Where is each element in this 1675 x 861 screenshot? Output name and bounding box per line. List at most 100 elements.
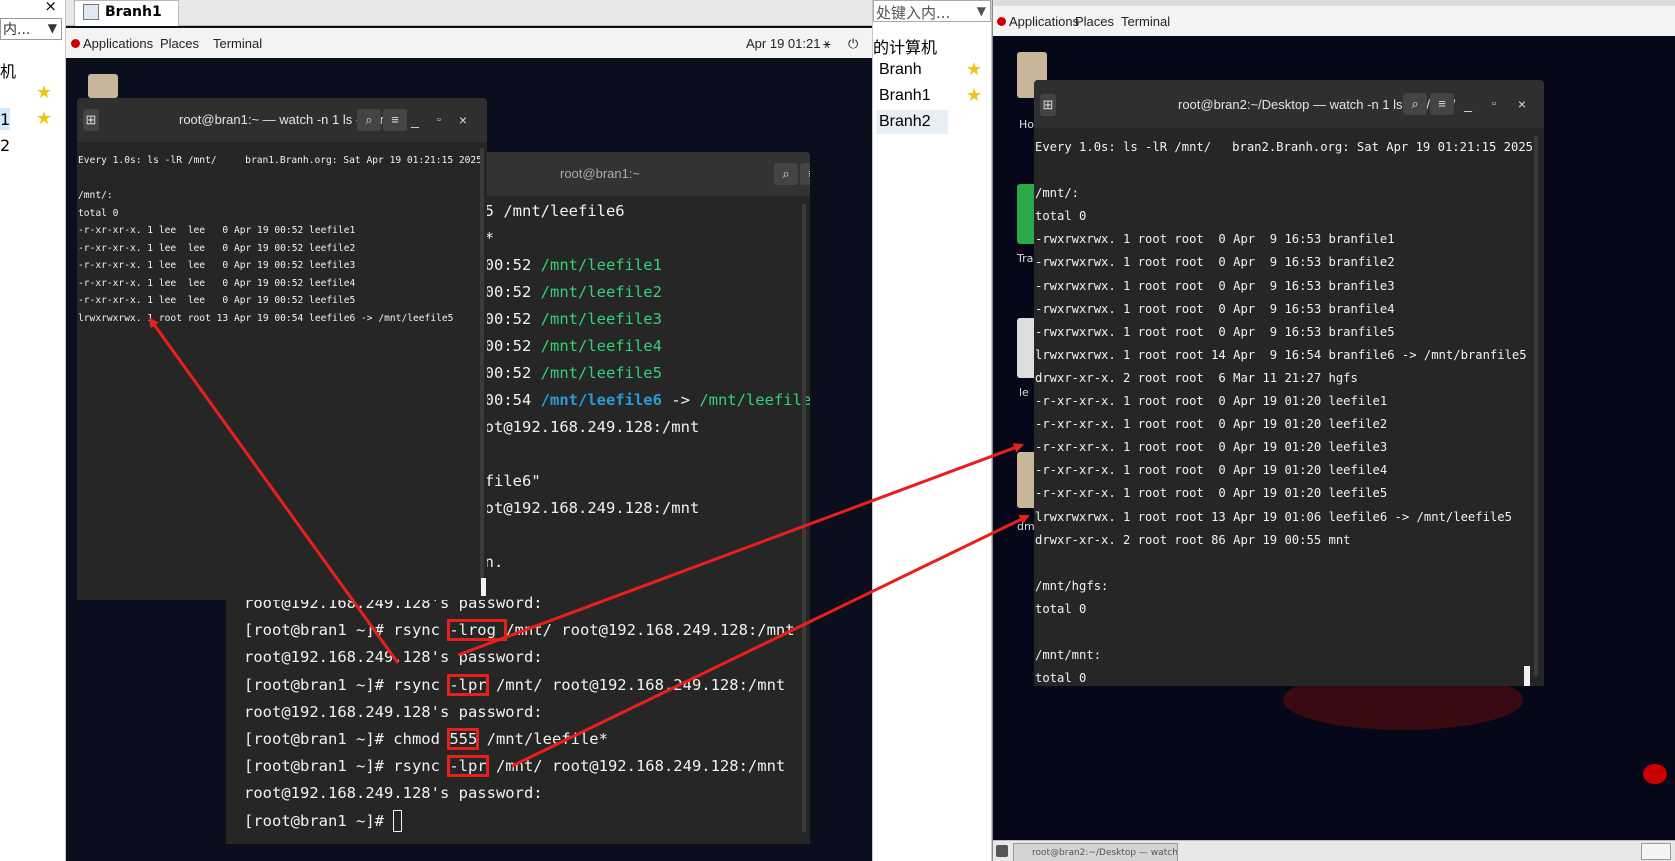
vm-icon — [83, 4, 99, 20]
terminal-line: lrwxrwxrwx. 1 root root 13 Apr 19 00:54 … — [78, 312, 454, 324]
terminal-line: [root@bran1 ~]# rsync -lpr /mnt/ root@19… — [244, 755, 786, 778]
window-title: root@bran1:~ — [560, 166, 641, 181]
terminal-line: ) 00:52 /mnt/leefile4 — [466, 337, 662, 355]
clock[interactable]: Apr 19 01:21 — [746, 36, 820, 51]
terminal-line: root@192.168.249.128:/mnt — [466, 499, 700, 517]
watch-terminal-window[interactable]: ⊞ root@bran2:~/Desktop — watch -n 1 ls -… — [1034, 80, 1544, 686]
terminal-line: -rwxrwxrwx. 1 root root 0 Apr 9 16:53 br… — [1035, 232, 1395, 247]
terminal-line: -r-xr-xr-x. 1 lee lee 0 Apr 19 00:52 lee… — [78, 277, 356, 289]
terminal-line: /mnt/: — [78, 190, 113, 201]
desktop-label: le — [1019, 386, 1029, 399]
shell-commands: root@192.168.249.128's password: [root@b… — [244, 590, 804, 835]
menu-icon[interactable]: ≡ — [800, 163, 810, 185]
search-text: 内... — [3, 22, 31, 38]
favorites-heading: 的计算机 — [873, 40, 938, 57]
scrollbar[interactable] — [1534, 136, 1538, 676]
terminal-header: ⊞ root@bran2:~/Desktop — watch -n 1 ls -… — [1034, 80, 1544, 128]
favorite-item[interactable]: Branh — [879, 61, 922, 79]
terminal-line: lrwxrwxrwx. 1 root root 14 Apr 9 16:54 b… — [1035, 347, 1527, 362]
maximize-icon[interactable]: ▫ — [1484, 93, 1504, 115]
terminal-line: /mnt/: — [1035, 186, 1080, 201]
watch-terminal-window[interactable]: ⊞ root@bran1:~ — watch -n 1 ls -lR /mnt/… — [77, 98, 487, 600]
applications-menu[interactable]: Applications — [1009, 14, 1079, 29]
watch-output: Every 1.0s: ls -lR /mnt/bran1.Branh.org:… — [78, 152, 482, 327]
terminal-line: -r-xr-xr-x. 1 lee lee 0 Apr 19 00:52 lee… — [78, 242, 356, 254]
new-tab-icon[interactable]: ⊞ — [1040, 94, 1056, 116]
menu-icon[interactable]: ≡ — [1430, 93, 1454, 115]
terminal-line: [root@bran1 ~]# chmod 555 /mnt/leefile* — [244, 728, 608, 751]
terminal-icon — [996, 845, 1008, 857]
places-menu[interactable]: Places — [1075, 14, 1114, 29]
applications-menu[interactable]: Applications — [83, 36, 153, 51]
terminal-line: total 0 — [1035, 671, 1087, 686]
search-icon[interactable]: ⌕ — [774, 163, 798, 185]
star-icon[interactable]: ★ — [966, 85, 982, 106]
minimize-icon[interactable]: _ — [405, 109, 425, 131]
watch-output: Every 1.0s: ls -lR /mnt/bran2.Branh.org:… — [1035, 136, 1533, 686]
folder-icon[interactable] — [88, 74, 118, 98]
chevron-down-icon[interactable]: ▼ — [977, 4, 986, 18]
terminal-menu[interactable]: Terminal — [1121, 14, 1170, 29]
terminal-line: -r-xr-xr-x. 1 lee lee 0 Apr 19 00:52 lee… — [78, 225, 356, 236]
terminal-line: drwxr-xr-x. 2 root root 6 Mar 11 21:27 h… — [1035, 370, 1358, 385]
close-icon[interactable]: × — [453, 109, 473, 131]
terminal-header: ⊞ root@bran1:~ — watch -n 1 ls -lR /mnt/… — [77, 98, 487, 142]
scrollbar[interactable] — [480, 148, 484, 584]
taskbar-window-button[interactable]: root@bran2:~/Desktop — watch — [1013, 843, 1178, 861]
library-search-input[interactable]: 内... ▼ — [0, 18, 62, 40]
close-icon[interactable]: × — [44, 0, 57, 15]
chevron-down-icon[interactable]: ▼ — [48, 21, 57, 35]
tab-branh1[interactable]: Branh1 — [74, 0, 179, 26]
minimize-icon[interactable]: _ — [1458, 93, 1478, 115]
terminal-line: -r-xr-xr-x. 1 root root 0 Apr 19 01:20 l… — [1035, 486, 1388, 501]
left-panel: × 内... ▼ 机 ★ 1 ★ 2 — [0, 0, 66, 861]
list-item[interactable]: 1 — [0, 110, 10, 129]
star-icon[interactable]: ★ — [36, 82, 52, 103]
terminal-line: -rwxrwxrwx. 1 root root 0 Apr 9 16:53 br… — [1035, 255, 1395, 270]
favorite-item[interactable]: Branh2 — [879, 113, 931, 131]
places-menu[interactable]: Places — [160, 36, 199, 51]
desktop-label: Tra — [1017, 252, 1034, 265]
vm-branh1[interactable]: Branh1 Applications Places Terminal Apr … — [66, 0, 872, 861]
tab-label: Branh1 — [105, 4, 162, 20]
search-field[interactable]: 处键入内... ▼ — [873, 0, 991, 22]
terminal-line: total 0 — [1035, 601, 1087, 616]
terminal-line: /mnt/mnt: — [1035, 648, 1102, 663]
new-tab-icon[interactable]: ⊞ — [83, 109, 99, 131]
search-icon[interactable]: ⌕ — [1403, 93, 1427, 115]
terminal-line: -r-xr-xr-x. 1 root root 0 Apr 19 01:20 l… — [1035, 463, 1388, 478]
vm-branh2[interactable]: Applications Places Terminal Hom Tra le … — [992, 0, 1675, 861]
star-icon[interactable]: ★ — [966, 59, 982, 80]
terminal-menu[interactable]: Terminal — [213, 36, 262, 51]
network-icon[interactable]: ⚹ — [823, 36, 831, 52]
terminal-line: root@192.168.249.128's password: — [244, 702, 543, 721]
list-item[interactable]: 2 — [0, 136, 10, 155]
list-item[interactable]: 机 — [0, 58, 16, 82]
terminal-line: root@192.168.249.128:/mnt — [466, 418, 700, 436]
power-icon[interactable]: ⏻ — [848, 36, 858, 52]
cursor — [393, 810, 403, 833]
workspace-switcher[interactable] — [1641, 843, 1671, 860]
terminal-line: -rwxrwxrwx. 1 root root 0 Apr 9 16:53 br… — [1035, 324, 1395, 339]
search-icon[interactable]: ⌕ — [357, 109, 381, 131]
highlight-box: 555 — [447, 728, 480, 751]
terminal-line: [root@bran1 ~]# — [244, 808, 804, 835]
maximize-icon[interactable]: ▫ — [429, 109, 449, 131]
terminal-line: ) 00:52 /mnt/leefile2 — [466, 283, 662, 301]
terminal-line: -rwxrwxrwx. 1 root root 0 Apr 9 16:53 br… — [1035, 301, 1395, 316]
redhat-icon — [997, 17, 1006, 26]
close-icon[interactable]: × — [1512, 93, 1532, 115]
menu-icon[interactable]: ≡ — [383, 109, 407, 131]
terminal-line: root@192.168.249.128's password: — [244, 784, 543, 803]
gnome-top-bar: Applications Places Terminal — [993, 6, 1675, 36]
terminal-line: [root@bran1 ~]# rsync -lrog /mnt/ root@1… — [244, 619, 795, 642]
star-icon[interactable]: ★ — [36, 108, 52, 129]
redhat-logo — [1643, 764, 1667, 784]
vm-tab-bar: Branh1 — [66, 0, 872, 26]
terminal-line: -r-xr-xr-x. 1 root root 0 Apr 19 01:20 l… — [1035, 417, 1388, 432]
terminal-line: ) 00:52 /mnt/leefile1 — [466, 256, 662, 274]
terminal-line: drwxr-xr-x. 2 root root 86 Apr 19 00:55 … — [1035, 532, 1351, 547]
favorite-item[interactable]: Branh1 — [879, 87, 931, 105]
